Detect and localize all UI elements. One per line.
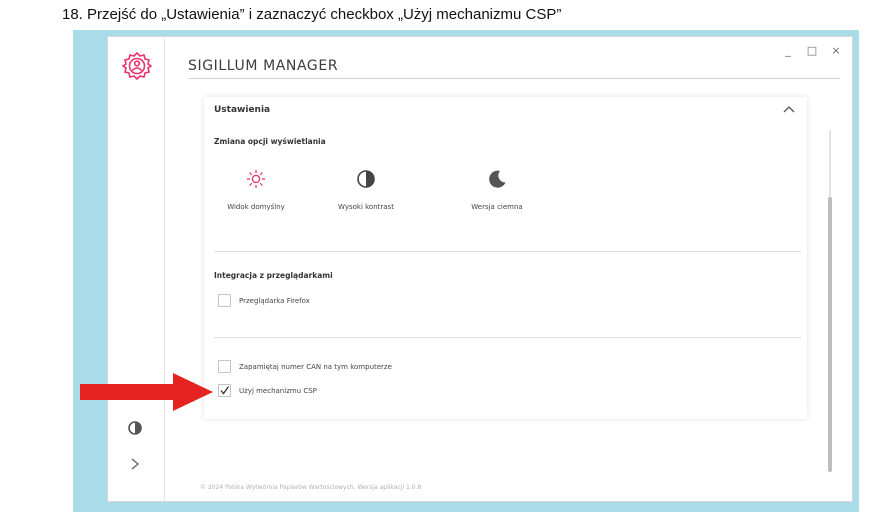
settings-panel: Ustawienia Zmiana opcji wyświetlania Wid… xyxy=(204,97,807,419)
app-title: SIGILLUM MANAGER xyxy=(188,58,339,74)
firefox-label: Przeglądarka Firefox xyxy=(239,296,310,305)
view-option-label: Widok domyślny xyxy=(227,203,285,211)
view-option-high-contrast[interactable]: Wysoki kontrast xyxy=(316,169,416,229)
window-controls: _ □ × xyxy=(782,45,842,57)
settings-title: Ustawienia xyxy=(214,105,271,115)
remember-can-checkbox[interactable] xyxy=(218,360,231,373)
footer-copyright: © 2024 Polska Wytwórnia Papierów Wartośc… xyxy=(200,484,422,491)
view-option-default[interactable]: Widok domyślny xyxy=(206,169,306,229)
display-options-heading: Zmiana opcji wyświetlania xyxy=(214,137,326,146)
use-csp-checkbox[interactable] xyxy=(218,384,231,397)
scrollbar-thumb[interactable] xyxy=(828,197,832,472)
instruction-caption: 18. Przejść do „Ustawienia” i zaznaczyć … xyxy=(62,6,562,23)
use-csp-label: Użyj mechanizmu CSP xyxy=(239,386,317,395)
moon-icon xyxy=(489,170,506,188)
contrast-icon xyxy=(357,170,375,188)
app-window: SIGILLUM MANAGER _ □ × Ustawienia Zmiana… xyxy=(107,36,853,502)
minimize-button[interactable]: _ xyxy=(782,45,794,57)
expand-sidebar-chevron-icon[interactable] xyxy=(129,457,141,471)
firefox-checkbox[interactable] xyxy=(218,294,231,307)
app-logo-icon[interactable] xyxy=(122,51,152,81)
section-divider xyxy=(214,251,801,252)
maximize-button[interactable]: □ xyxy=(806,45,818,57)
close-button[interactable]: × xyxy=(830,45,842,57)
checkmark-icon xyxy=(220,386,230,395)
contrast-toggle-icon[interactable] xyxy=(127,420,143,436)
firefox-checkbox-row[interactable]: Przeglądarka Firefox xyxy=(218,294,310,307)
sun-icon xyxy=(247,170,265,188)
view-option-dark[interactable]: Wersja ciemna xyxy=(447,169,547,229)
view-option-label: Wysoki kontrast xyxy=(338,203,394,211)
sidebar xyxy=(108,37,165,501)
section-divider xyxy=(214,337,801,338)
remember-can-checkbox-row[interactable]: Zapamiętaj numer CAN na tym komputerze xyxy=(218,360,392,373)
title-divider xyxy=(188,78,840,79)
remember-can-label: Zapamiętaj numer CAN na tym komputerze xyxy=(239,362,392,371)
browser-integration-heading: Integracja z przeglądarkami xyxy=(214,271,333,280)
use-csp-checkbox-row[interactable]: Użyj mechanizmu CSP xyxy=(218,384,317,397)
view-option-label: Wersja ciemna xyxy=(471,203,523,211)
pointer-arrow-icon xyxy=(80,373,213,411)
collapse-chevron-up-icon[interactable] xyxy=(783,105,795,113)
